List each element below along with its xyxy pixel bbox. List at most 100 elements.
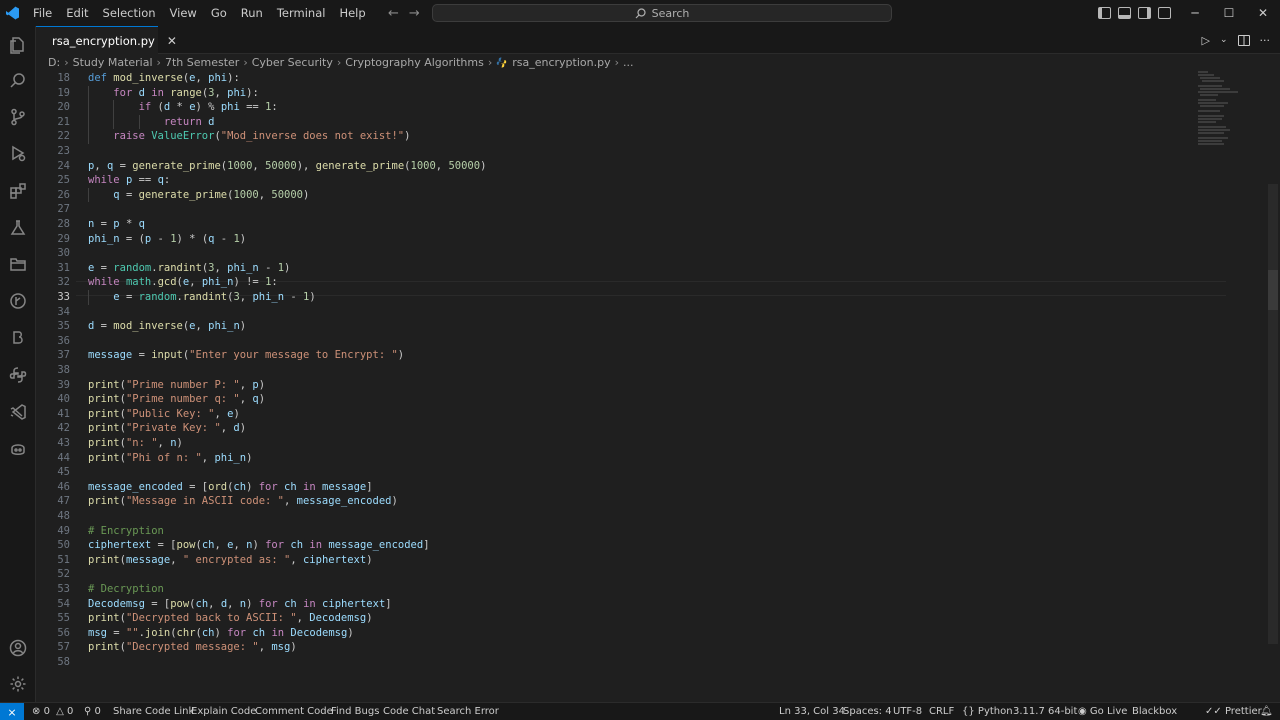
settings-gear-icon[interactable] xyxy=(0,670,36,698)
code-line[interactable]: 41 print("Public Key: ", e) xyxy=(36,407,1186,422)
menu-selection[interactable]: Selection xyxy=(96,0,163,26)
menu-terminal[interactable]: Terminal xyxy=(270,0,333,26)
menu-file[interactable]: File xyxy=(26,0,59,26)
language-mode[interactable]: {} Python xyxy=(962,703,1013,720)
end-of-line[interactable]: CRLF xyxy=(929,703,954,720)
code-line[interactable]: 42 print("Private Key: ", d) xyxy=(36,421,1186,436)
search-error-button[interactable]: Search Error xyxy=(437,703,499,720)
extensions-icon[interactable] xyxy=(0,177,36,205)
code-line[interactable]: 39 print("Prime number P: ", p) xyxy=(36,378,1186,393)
forward-arrow-icon[interactable]: → xyxy=(409,6,420,21)
code-line[interactable]: 48 xyxy=(36,509,1186,524)
python-interpreter[interactable]: 3.11.7 64-bit xyxy=(1013,703,1077,720)
breadcrumb-symbol[interactable]: ... xyxy=(623,56,634,69)
code-line[interactable]: 54 Decodemsg = [pow(ch, d, n) for ch in c… xyxy=(36,597,1186,612)
code-chat-button[interactable]: Code Chat xyxy=(383,703,435,720)
breadcrumb-study-material[interactable]: Study Material xyxy=(73,56,153,69)
breadcrumb-drive[interactable]: D: xyxy=(48,56,60,69)
code-line[interactable]: 34 xyxy=(36,305,1186,320)
comment-code-button[interactable]: Comment Code xyxy=(255,703,333,720)
search-view-icon[interactable] xyxy=(0,67,36,95)
timeline-icon[interactable] xyxy=(0,287,36,315)
encoding[interactable]: UTF-8 xyxy=(893,703,922,720)
code-line[interactable]: 22 raise ValueError("Mod_inverse does no… xyxy=(36,129,1186,144)
code-line[interactable]: 19 for d in range(3, phi): xyxy=(36,85,1186,101)
tab-rsa-encryption[interactable]: rsa_encryption.py ✕ xyxy=(36,26,177,54)
minimize-icon[interactable]: ─ xyxy=(1178,0,1212,26)
notifications-bell-icon[interactable]: 🔔︎ xyxy=(1260,703,1273,720)
menu-view[interactable]: View xyxy=(163,0,204,26)
testing-icon[interactable] xyxy=(0,214,36,242)
code-line[interactable]: 36 xyxy=(36,334,1186,349)
command-center-search[interactable]: Search xyxy=(432,4,892,22)
run-dropdown-chevron-icon[interactable]: ⌄ xyxy=(1220,35,1228,45)
code-line[interactable]: 26 q = generate_prime(1000, 50000) xyxy=(36,187,1186,203)
account-icon[interactable] xyxy=(0,634,36,662)
remote-explorer-icon[interactable] xyxy=(0,250,36,278)
code-line[interactable]: 23 xyxy=(36,144,1186,159)
code-line[interactable]: 38 xyxy=(36,363,1186,378)
code-line[interactable]: 25 while p == q: xyxy=(36,173,1186,188)
breadcrumb-semester[interactable]: 7th Semester xyxy=(165,56,239,69)
code-line[interactable]: 35 d = mod_inverse(e, phi_n) xyxy=(36,319,1186,334)
explain-code-button[interactable]: Explain Code xyxy=(191,703,256,720)
back-arrow-icon[interactable]: ← xyxy=(388,6,399,21)
code-line[interactable]: 33 e = random.randint(3, phi_n - 1) xyxy=(36,290,1186,305)
code-line[interactable]: 32 while math.gcd(e, phi_n) != 1: xyxy=(36,275,1186,290)
code-line[interactable]: 21 return d xyxy=(36,114,1186,130)
run-file-icon[interactable]: ▷ xyxy=(1201,34,1209,47)
code-line[interactable]: 55 print("Decrypted back to ASCII: ", Dec… xyxy=(36,611,1186,626)
code-line[interactable]: 31 e = random.randint(3, phi_n - 1) xyxy=(36,261,1186,276)
remote-indicator-icon[interactable]: ⨯ xyxy=(0,703,24,720)
vertical-scrollbar[interactable] xyxy=(1268,184,1278,644)
explorer-icon[interactable] xyxy=(0,31,36,59)
code-line[interactable]: 30 xyxy=(36,246,1186,261)
code-line[interactable]: 44 print("Phi of n: ", phi_n) xyxy=(36,451,1186,466)
cursor-position[interactable]: Ln 33, Col 34 xyxy=(779,703,845,720)
blackbox-icon[interactable] xyxy=(0,324,36,352)
copilot-icon[interactable] xyxy=(0,435,36,463)
menu-run[interactable]: Run xyxy=(234,0,270,26)
go-live-button[interactable]: ◉ Go Live xyxy=(1078,703,1127,720)
close-tab-icon[interactable]: ✕ xyxy=(167,34,177,48)
source-control-icon[interactable] xyxy=(0,103,36,131)
code-line[interactable]: 46 message_encoded = [ord(ch) for ch in m… xyxy=(36,480,1186,495)
run-debug-icon[interactable] xyxy=(0,139,36,167)
toggle-panel-icon[interactable] xyxy=(1118,7,1131,19)
split-editor-icon[interactable] xyxy=(1237,34,1250,46)
code-line[interactable]: 50 ciphertext = [pow(ch, e, n) for ch in … xyxy=(36,538,1186,553)
code-editor[interactable]: 18 def mod_inverse(e, phi): 19 for d in ra… xyxy=(36,70,1280,702)
code-line[interactable]: 40 print("Prime number q: ", q) xyxy=(36,392,1186,407)
code-line[interactable]: 45 xyxy=(36,465,1186,480)
code-line[interactable]: 29 phi_n = (p - 1) * (q - 1) xyxy=(36,232,1186,247)
code-line[interactable]: 37 message = input("Enter your message to… xyxy=(36,348,1186,363)
code-line[interactable]: 24 p, q = generate_prime(1000, 50000), ge… xyxy=(36,159,1186,174)
prettier-status[interactable]: ✓✓ Prettier xyxy=(1205,703,1262,720)
breadcrumb-crypto-algorithms[interactable]: Cryptography Algorithms xyxy=(345,56,484,69)
code-line[interactable]: 27 xyxy=(36,202,1186,217)
code-line[interactable]: 20 if (d * e) % phi == 1: xyxy=(36,100,1186,115)
code-line[interactable]: 58 xyxy=(36,655,1186,670)
close-window-icon[interactable]: ✕ xyxy=(1246,0,1280,26)
scrollbar-thumb[interactable] xyxy=(1268,270,1278,310)
toggle-secondary-sidebar-icon[interactable] xyxy=(1138,7,1151,19)
ports-indicator[interactable]: ⚲ 0 xyxy=(84,703,101,720)
menu-help[interactable]: Help xyxy=(332,0,372,26)
code-line[interactable]: 47 print("Message in ASCII code: ", messa… xyxy=(36,494,1186,509)
code-line[interactable]: 49 # Encryption xyxy=(36,524,1186,539)
visual-studio-icon[interactable] xyxy=(0,398,36,426)
code-line[interactable]: 52 xyxy=(36,567,1186,582)
indentation[interactable]: Spaces: 4 xyxy=(843,703,892,720)
blackbox-status[interactable]: Blackbox xyxy=(1132,703,1177,720)
menu-go[interactable]: Go xyxy=(204,0,234,26)
code-line[interactable]: 18 def mod_inverse(e, phi): xyxy=(36,71,1186,86)
code-line[interactable]: 56 msg = "".join(chr(ch) for ch in Decode… xyxy=(36,626,1186,641)
problems-indicator[interactable]: ⊗ 0 △ 0 xyxy=(32,703,73,720)
toggle-primary-sidebar-icon[interactable] xyxy=(1098,7,1111,19)
find-bugs-button[interactable]: Find Bugs xyxy=(331,703,379,720)
code-line[interactable]: 57 print("Decrypted message: ", msg) xyxy=(36,640,1186,655)
more-actions-icon[interactable]: ··· xyxy=(1260,34,1271,47)
breadcrumb-cyber-security[interactable]: Cyber Security xyxy=(252,56,333,69)
menu-edit[interactable]: Edit xyxy=(59,0,95,26)
python-icon[interactable] xyxy=(0,361,36,389)
